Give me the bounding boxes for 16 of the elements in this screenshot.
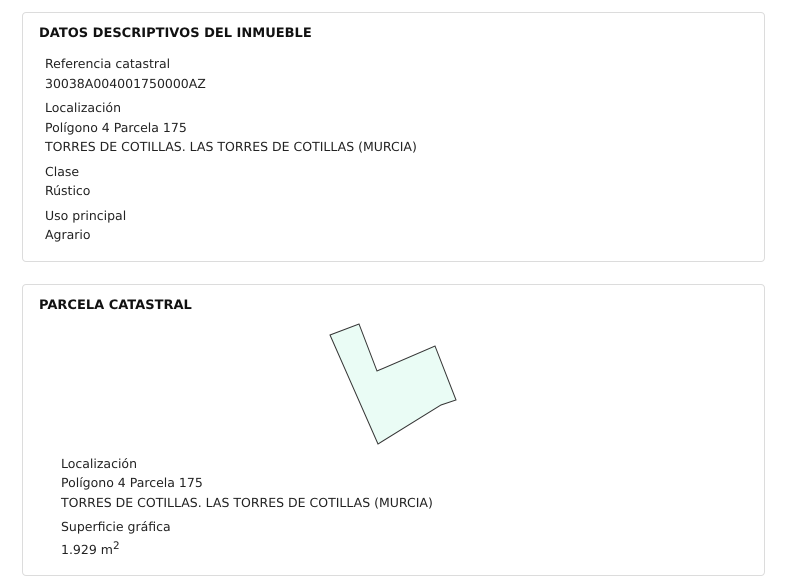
field-label: Uso principal xyxy=(45,206,128,225)
field-label: Referencia catastral xyxy=(45,55,172,73)
field-value: TORRES DE COTILLAS. LAS TORRES DE COTILLAS (MURCIA) xyxy=(45,138,418,156)
field-value: TORRES DE COTILLAS. LAS TORRES DE COTILLAS (MURCIA) xyxy=(61,494,434,512)
field-value: 1.929 m$^{2}$ xyxy=(61,538,121,559)
field-value: 30038A004001750000AZ xyxy=(45,74,207,92)
section-title: PARCELA CATASTRAL xyxy=(39,298,193,312)
field-label: Localización xyxy=(61,454,138,472)
field-label: Localización xyxy=(45,99,122,117)
section-title: DATOS DESCRIPTIVOS DEL INMUEBLE xyxy=(39,26,313,41)
field-label: Superficie gráfica xyxy=(61,518,172,536)
field-label: Clase xyxy=(45,162,80,180)
field-value: Polígono 4 Parcela 175 xyxy=(45,118,188,137)
field-value: Polígono 4 Parcela 175 xyxy=(61,474,204,492)
field-value: Rústico xyxy=(45,182,92,200)
field-value: Agrario xyxy=(45,226,92,244)
